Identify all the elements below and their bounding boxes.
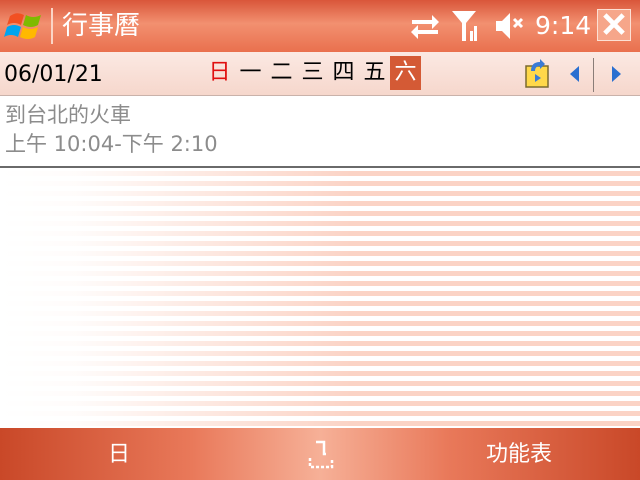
- weekday-tue[interactable]: 二: [266, 56, 297, 90]
- signal-icon[interactable]: [450, 9, 478, 43]
- prev-arrow-icon[interactable]: [564, 60, 586, 88]
- menu-bar: 日 功能表: [0, 428, 640, 480]
- appointment-title: 到台北的火車: [5, 103, 131, 127]
- left-softkey[interactable]: 日: [108, 441, 130, 469]
- appointment-item[interactable]: 到台北的火車 上午 10:04-下午 2:10: [0, 96, 640, 168]
- title-separator: [51, 8, 53, 44]
- title-bar: 行事曆 9:14: [0, 0, 640, 52]
- appointment-time: 上午 10:04-下午 2:10: [5, 132, 218, 156]
- weekday-thu[interactable]: 四: [328, 56, 359, 90]
- weekday-fri[interactable]: 五: [359, 56, 390, 90]
- weekday-selector: 日 一 二 三 四 五 六: [204, 56, 421, 90]
- volume-mute-icon[interactable]: [494, 9, 524, 43]
- close-icon: [603, 13, 625, 35]
- app-title: 行事曆: [62, 11, 141, 41]
- screen: 行事曆 9:14 06/01/21 日 一 二 三 四 五 六 到台北的火車 上…: [0, 0, 640, 480]
- weekday-wed[interactable]: 三: [297, 56, 328, 90]
- clock[interactable]: 9:14: [535, 10, 591, 42]
- right-softkey-menu[interactable]: 功能表: [486, 441, 552, 469]
- weekday-mon[interactable]: 一: [235, 56, 266, 90]
- date-bar: 06/01/21 日 一 二 三 四 五 六: [0, 52, 640, 96]
- keyboard-input-icon[interactable]: [302, 438, 338, 472]
- close-button[interactable]: [597, 9, 631, 41]
- day-view[interactable]: 到台北的火車 上午 10:04-下午 2:10: [0, 96, 640, 428]
- windows-start-icon[interactable]: [4, 6, 46, 46]
- next-arrow-icon[interactable]: [605, 60, 627, 88]
- current-date[interactable]: 06/01/21: [4, 61, 103, 89]
- nav-separator: [593, 58, 594, 92]
- go-to-today-icon[interactable]: [523, 57, 551, 89]
- weekday-sun[interactable]: 日: [204, 56, 235, 90]
- weekday-sat[interactable]: 六: [390, 56, 421, 90]
- sync-icon[interactable]: [408, 9, 442, 43]
